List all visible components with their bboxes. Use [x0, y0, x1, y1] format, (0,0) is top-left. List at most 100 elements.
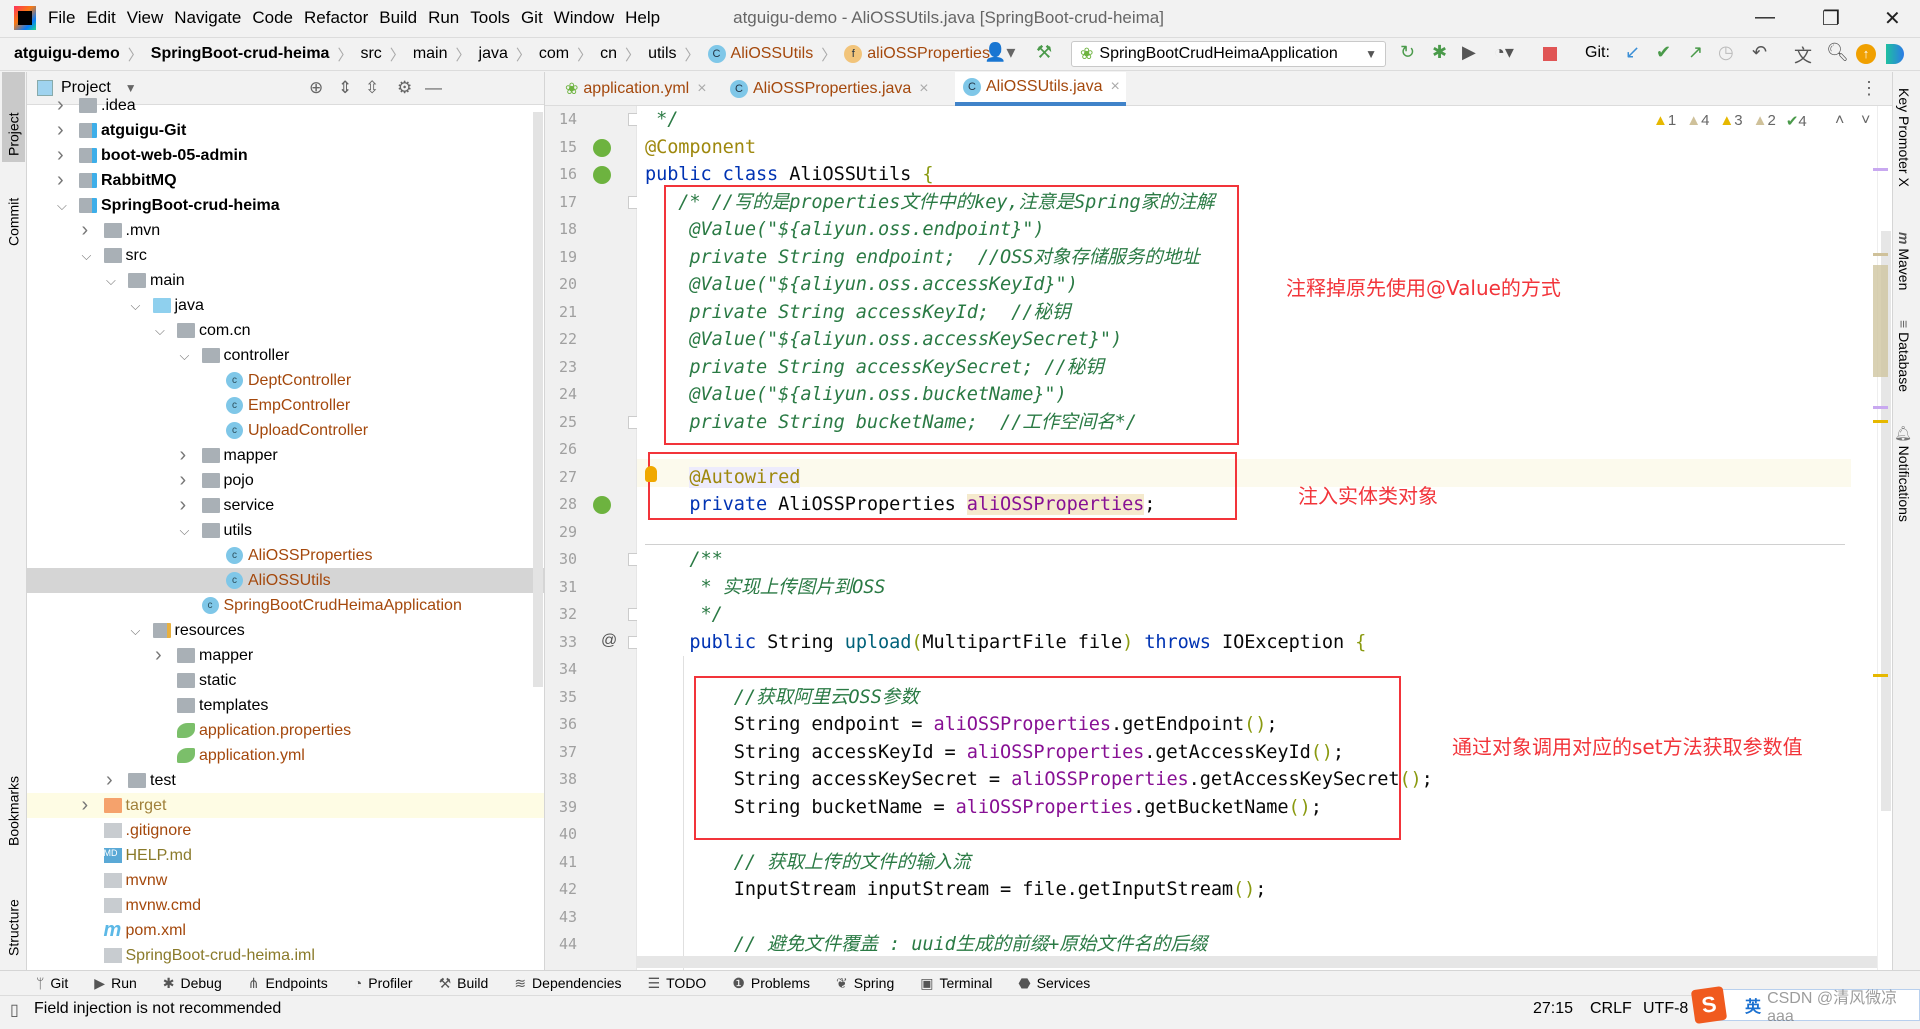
user-icon[interactable]: 👤▾: [984, 42, 1015, 63]
tool-tab-database[interactable]: ≡ Database: [1896, 320, 1912, 392]
tool-window-run[interactable]: ▶ Run: [94, 975, 136, 992]
search-icon[interactable]: 🔍︎: [1826, 42, 1849, 63]
tree-item[interactable]: ⌵ src: [27, 243, 544, 268]
maximize-button[interactable]: ❐: [1822, 6, 1840, 31]
tree-item[interactable]: m pom.xml: [27, 918, 544, 943]
tree-item[interactable]: › atguigu-Git: [27, 118, 544, 143]
more-tabs-icon[interactable]: ⋮: [1860, 78, 1878, 99]
file-encoding[interactable]: UTF-8: [1643, 1000, 1688, 1018]
line-separator[interactable]: CRLF: [1590, 1000, 1632, 1018]
chevron-right-icon[interactable]: ›: [180, 469, 187, 492]
chevron-down-icon[interactable]: ⌵: [131, 623, 141, 639]
tree-item[interactable]: ⌵ java: [27, 293, 544, 318]
tool-tab-project[interactable]: Project: [2, 72, 25, 162]
close-tab-icon[interactable]: ×: [697, 80, 706, 98]
tree-item[interactable]: ⌵ controller: [27, 343, 544, 368]
tree-item[interactable]: › mapper: [27, 443, 544, 468]
tool-tab-notifications[interactable]: 🔔︎ Notifications: [1896, 424, 1912, 522]
chevron-right-icon[interactable]: ›: [180, 444, 187, 467]
run-with-coverage-icon[interactable]: ▶: [1462, 42, 1476, 63]
tree-item[interactable]: › boot-web-05-admin: [27, 143, 544, 168]
tree-item[interactable]: › RabbitMQ: [27, 168, 544, 193]
close-window-button[interactable]: ✕: [1884, 6, 1901, 31]
chevron-right-icon[interactable]: ›: [82, 794, 89, 817]
tool-window-spring[interactable]: ❦ Spring: [836, 975, 894, 992]
rerun-icon[interactable]: ↻: [1400, 42, 1415, 63]
tree-item[interactable]: › service: [27, 493, 544, 518]
warning-icon[interactable]: ▲1: [1653, 112, 1676, 130]
chevron-right-icon[interactable]: ›: [82, 219, 89, 242]
tool-tab-maven[interactable]: m Maven: [1896, 232, 1912, 290]
chevron-down-icon[interactable]: ⌵: [155, 323, 165, 339]
tree-item[interactable]: ⌵ SpringBoot-crud-heima: [27, 193, 544, 218]
history-icon[interactable]: ◷: [1718, 42, 1734, 63]
tree-scrollbar[interactable]: [533, 112, 543, 687]
ime-language[interactable]: 英: [1745, 993, 1761, 1017]
chevron-down-icon[interactable]: ⌵: [82, 248, 92, 264]
tab-aliossutils-java[interactable]: C AliOSSUtils.java ×: [955, 72, 1126, 106]
chevron-right-icon[interactable]: ›: [57, 119, 64, 142]
tree-item[interactable]: static: [27, 668, 544, 693]
breadcrumb-item[interactable]: src: [360, 45, 381, 63]
bean-icon[interactable]: [593, 138, 611, 157]
tree-item[interactable]: ⌵ utils: [27, 518, 544, 543]
chevron-right-icon[interactable]: ›: [57, 144, 64, 167]
menu-view[interactable]: View: [127, 8, 164, 28]
chevron-down-icon[interactable]: ⌵: [180, 523, 190, 539]
debug-icon[interactable]: ✱: [1432, 42, 1447, 63]
annotation-at-icon[interactable]: @: [601, 632, 617, 650]
weak-warning-icon[interactable]: ▲4: [1686, 112, 1709, 130]
git-update-icon[interactable]: ↙: [1625, 42, 1640, 63]
code-editor[interactable]: */ @Component public class AliOSSUtils { /…: [637, 106, 1892, 970]
tree-item[interactable]: ⌵ com.cn: [27, 318, 544, 343]
close-tab-icon[interactable]: ×: [919, 80, 928, 98]
translate-icon[interactable]: 文: [1794, 42, 1812, 68]
tool-window-build[interactable]: ⚒ Build: [439, 975, 489, 992]
git-commit-icon[interactable]: ✔: [1656, 42, 1671, 63]
lightbulb-icon[interactable]: [645, 465, 657, 482]
tree-item[interactable]: SpringBoot-crud-heima.iml: [27, 943, 544, 968]
menu-build[interactable]: Build: [379, 8, 417, 28]
tree-item[interactable]: c AliOSSUtils: [27, 568, 544, 593]
tree-item[interactable]: c AliOSSProperties: [27, 543, 544, 568]
tree-item[interactable]: MD HELP.md: [27, 843, 544, 868]
tree-item[interactable]: › test: [27, 768, 544, 793]
tool-window-debug[interactable]: ✱ Debug: [163, 975, 222, 992]
breadcrumb-item[interactable]: C AliOSSUtils: [707, 45, 813, 63]
stop-icon[interactable]: [1543, 47, 1557, 61]
tab-application-yml[interactable]: ❀ application.yml ×: [557, 72, 714, 106]
breadcrumb-item[interactable]: cn: [600, 45, 617, 63]
update-icon[interactable]: ↑: [1856, 44, 1876, 64]
tree-item[interactable]: › target: [27, 793, 544, 818]
breadcrumb-item[interactable]: f aliOSSProperties: [844, 45, 990, 63]
breadcrumb-item[interactable]: main: [413, 45, 448, 63]
tree-item[interactable]: c EmpController: [27, 393, 544, 418]
tree-item[interactable]: ⌵ main: [27, 268, 544, 293]
tool-window-endpoints[interactable]: ⋔ Endpoints: [248, 975, 328, 992]
tree-item[interactable]: › mapper: [27, 643, 544, 668]
tool-window-git[interactable]: ᛘ Git: [36, 975, 68, 991]
ime-toolbar[interactable]: S 英 CSDN @清风微凉 aaa: [1690, 985, 1920, 1025]
tool-window-todo[interactable]: ☰ TODO: [648, 975, 707, 992]
menu-edit[interactable]: Edit: [86, 8, 115, 28]
menu-file[interactable]: File: [48, 8, 75, 28]
tool-window-dependencies[interactable]: ≋ Dependencies: [514, 975, 621, 992]
tab-aliossproperties-java[interactable]: C AliOSSProperties.java ×: [722, 72, 937, 106]
inspection-widget[interactable]: ▲1 ▲4 ▲3 ▲2 ✔4: [1653, 112, 1817, 130]
tree-item[interactable]: application.yml: [27, 743, 544, 768]
tool-window-terminal[interactable]: ▣ Terminal: [920, 975, 992, 992]
breadcrumb-item[interactable]: SpringBoot-crud-heima: [151, 45, 330, 63]
tree-item[interactable]: mvnw: [27, 868, 544, 893]
tool-window-services[interactable]: ⬣ Services: [1018, 975, 1090, 992]
tool-window-profiler[interactable]: ◔ Profiler: [354, 975, 413, 991]
tree-item[interactable]: ⌵ resources: [27, 618, 544, 643]
weak-warning-icon[interactable]: ▲2: [1753, 112, 1776, 130]
autowired-bean-icon[interactable]: [593, 496, 611, 514]
warning-icon[interactable]: ▲3: [1719, 112, 1742, 130]
chevron-right-icon[interactable]: ›: [155, 644, 162, 667]
chevron-right-icon[interactable]: ›: [57, 94, 64, 117]
tree-item[interactable]: › pojo: [27, 468, 544, 493]
menu-navigate[interactable]: Navigate: [174, 8, 241, 28]
tool-tab-structure[interactable]: Structure: [2, 862, 25, 962]
tree-item[interactable]: templates: [27, 693, 544, 718]
